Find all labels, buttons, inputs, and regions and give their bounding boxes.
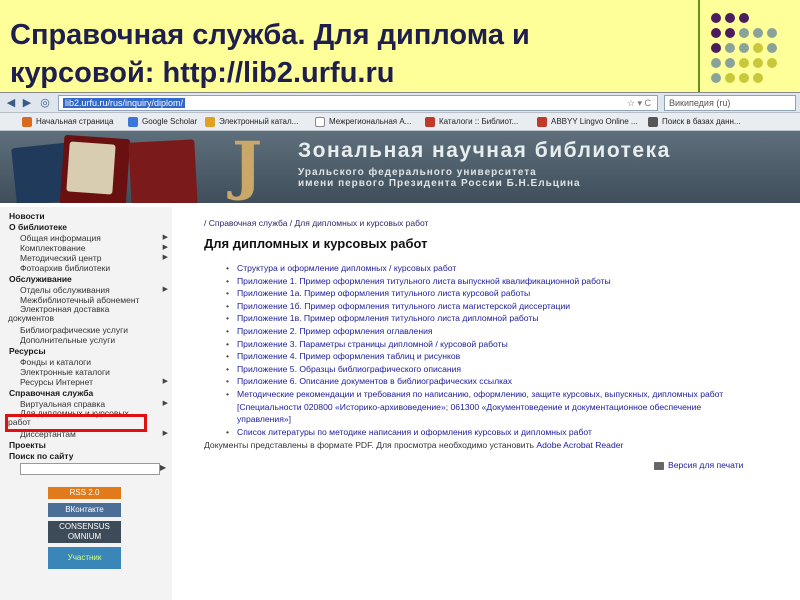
nav-item[interactable]: Электронные каталоги (0, 367, 172, 377)
left-navigation: Новости О библиотеке Общая информация ▶ К… (0, 207, 172, 600)
library-logo-icon: J (232, 131, 263, 203)
nav-site-search: Поиск по сайту (9, 451, 74, 461)
library-banner: J Зональная научная библиотека Уральског… (0, 131, 800, 203)
database-icon (648, 117, 658, 127)
nav-about[interactable]: О библиотеке (0, 222, 172, 232)
nav-item[interactable]: Электронная доставка документов (0, 305, 150, 323)
document-link[interactable]: • Структура и оформление дипломных / курс… (226, 262, 746, 275)
nav-projects[interactable]: Проекты (0, 440, 172, 450)
reload-icon[interactable]: ☆ ▾ C (627, 96, 651, 110)
document-link[interactable]: • Приложение 4. Пример оформления таблиц … (226, 350, 746, 363)
divider-line (698, 0, 700, 92)
catalog-icon (425, 117, 435, 127)
nav-resources[interactable]: Ресурсы (0, 346, 172, 356)
arrow-right-icon: ▶ (162, 234, 168, 241)
address-bar-row: ◀ ▶ ◎ lib2.urfu.ru/rus/inquiry/diplom/ ☆… (0, 93, 800, 113)
document-link[interactable]: • Приложение 1. Пример оформления титульн… (226, 275, 746, 288)
document-link[interactable]: • Методические рекомендации и требования … (226, 388, 746, 426)
nav-item[interactable]: Фотоархив библиотеки (0, 263, 172, 273)
nav-item[interactable]: Библиографические услуги (0, 325, 172, 335)
search-engine-label: Википедия (ru) (669, 98, 731, 108)
document-link[interactable]: • Приложение 3. Параметры страницы диплом… (226, 338, 746, 351)
nav-item[interactable]: Фонды и каталоги (0, 357, 172, 367)
search-go-icon[interactable]: ▶ (160, 463, 166, 472)
banner-title: Зональная научная библиотека (298, 139, 671, 162)
arrow-right-icon: ▶ (162, 244, 168, 251)
document-link[interactable]: • Приложение 1б. Пример оформления титуль… (226, 300, 746, 313)
nav-item[interactable]: Отделы обслуживания ▶ (0, 285, 172, 295)
document-link[interactable]: • Список литературы по методике написания… (226, 426, 746, 439)
nav-reference[interactable]: Справочная служба (0, 388, 172, 398)
globe-icon: ◎ (40, 97, 50, 109)
participant-badge[interactable]: Участник (48, 547, 121, 569)
site-search-input[interactable] (20, 463, 160, 475)
nav-item[interactable]: Ресурсы Интернет ▶ (0, 377, 172, 387)
document-link[interactable]: • Приложение 1в. Пример оформления титуль… (226, 312, 746, 325)
breadcrumb[interactable]: / Справочная служба / Для дипломных и ку… (204, 218, 428, 228)
google-icon (128, 117, 138, 127)
page-title: Для дипломных и курсовых работ (204, 236, 428, 251)
rss-badge[interactable]: RSS 2.0 (48, 487, 121, 499)
bookmark-item[interactable]: Межрегиональная А... (315, 115, 411, 129)
arrow-right-icon: ▶ (162, 254, 168, 261)
bookmark-item[interactable]: Каталоги :: Библиот... (425, 115, 518, 129)
printer-icon (654, 461, 664, 470)
books-image (10, 134, 210, 203)
slide-header: Справочная служба. Для диплома и курсово… (0, 0, 800, 92)
document-link[interactable]: • Приложение 6. Описание документов в биб… (226, 375, 746, 388)
bookmark-item[interactable]: Google Scholar (128, 115, 197, 129)
document-link[interactable]: • Приложение 1а. Пример оформления титуль… (226, 287, 746, 300)
bookmark-icon (205, 117, 215, 127)
bookmark-item[interactable]: Электронный катал... (205, 115, 298, 129)
highlight-frame (5, 414, 147, 432)
search-input[interactable]: Википедия (ru) (664, 95, 796, 111)
nav-item[interactable]: Дополнительные услуги (0, 335, 172, 345)
document-link[interactable]: • Приложение 5. Образцы библиографическог… (226, 363, 746, 376)
url-text: lib2.urfu.ru/rus/inquiry/diplom/ (63, 98, 186, 108)
nav-news[interactable]: Новости (0, 211, 172, 221)
acrobat-reader-link[interactable]: Adobe Acrobat Reader (536, 440, 623, 450)
arrow-right-icon: ▶ (162, 400, 168, 407)
arrow-right-icon: ▶ (162, 378, 168, 385)
bookmark-item[interactable]: Начальная страница (22, 115, 113, 129)
nav-item[interactable]: Общая информация ▶ (0, 233, 172, 243)
nav-item[interactable]: Методический центр ▶ (0, 253, 172, 263)
document-link[interactable]: • Приложение 2. Пример оформления оглавле… (226, 325, 746, 338)
consensus-badge[interactable]: CONSENSUS OMNIUM (48, 521, 121, 543)
bookmarks-bar: Начальная страница Google Scholar Электр… (0, 113, 800, 131)
slide-title: Справочная служба. Для диплома и курсово… (10, 19, 530, 89)
bookmark-item[interactable]: ABBYY Lingvo Online ... (537, 115, 638, 129)
print-version-link[interactable]: Версия для печати (654, 460, 743, 470)
pdf-note: Документы представлены в формате PDF. Дл… (204, 440, 624, 450)
lingvo-icon (537, 117, 547, 127)
document-links: • Структура и оформление дипломных / курс… (226, 262, 746, 438)
vkontakte-badge[interactable]: ВКонтакте (48, 503, 121, 517)
nav-service[interactable]: Обслуживание (0, 274, 172, 284)
firefox-icon (22, 117, 32, 127)
arrow-right-icon: ▶ (162, 286, 168, 293)
banner-subtitle: Уральского федерального университета име… (298, 167, 581, 189)
forward-icon[interactable]: ▶ (20, 96, 34, 110)
arrow-right-icon: ▶ (162, 430, 168, 437)
url-input[interactable]: lib2.urfu.ru/rus/inquiry/diplom/ ☆ ▾ C (58, 95, 658, 111)
page-icon (315, 117, 325, 127)
nav-item[interactable]: Комплектование ▶ (0, 243, 172, 253)
back-icon[interactable]: ◀ (4, 96, 18, 110)
bookmark-item[interactable]: Поиск в базах данн... (648, 115, 741, 129)
